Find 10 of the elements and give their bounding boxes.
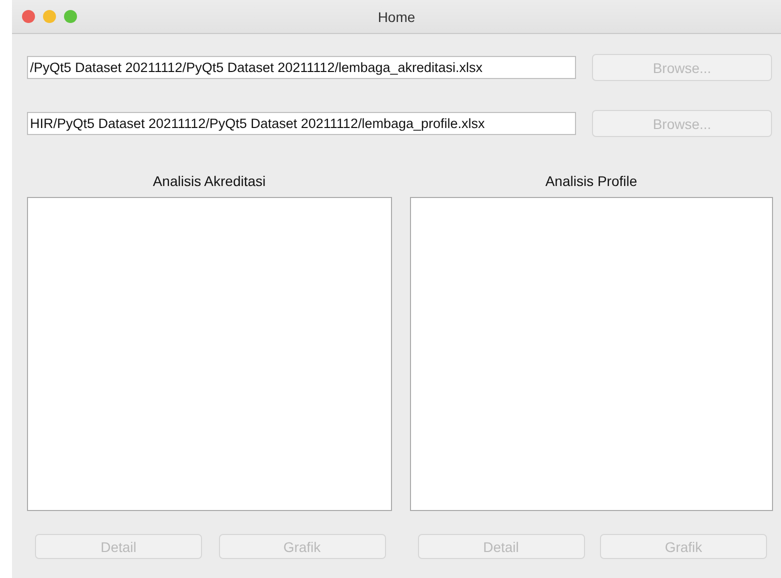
file-path-field[interactable]: HIR/PyQt5 Dataset 20211112/PyQt5 Dataset 20211112/lembaga_profile.xlsx (27, 112, 576, 135)
file-path-field[interactable]: /PyQt5 Dataset 20211112/PyQt5 Dataset 20211112/lembaga_akreditasi.xlsx (27, 56, 576, 79)
window-control-icon[interactable] (64, 10, 77, 23)
window-control-icon[interactable] (22, 10, 35, 23)
panel-title: Analisis Akreditasi (152, 173, 267, 191)
result-list[interactable] (27, 197, 392, 511)
result-list[interactable] (410, 197, 773, 511)
window-title: Home (378, 8, 416, 24)
panel-title: Analisis Profile (544, 173, 638, 191)
window-control-icon[interactable] (43, 10, 56, 23)
